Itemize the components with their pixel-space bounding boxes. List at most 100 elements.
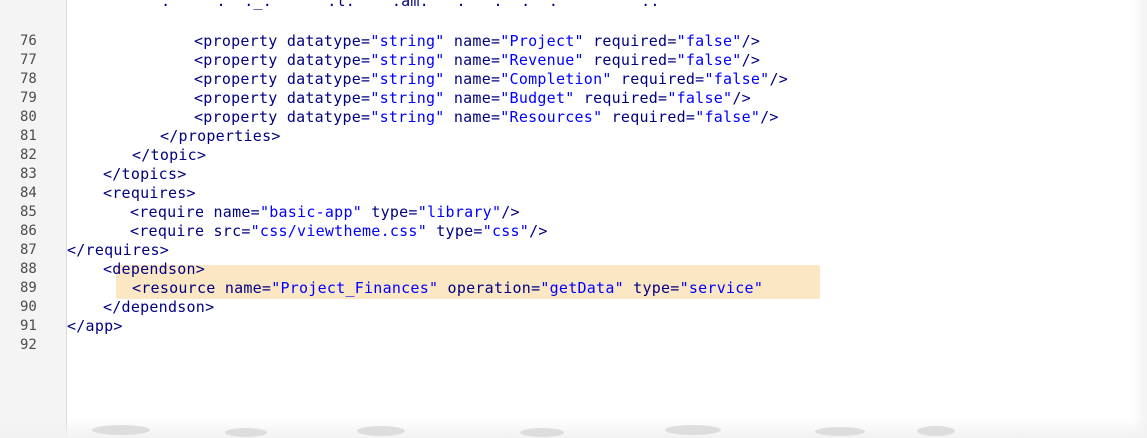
code-line[interactable]: 83 </topics> xyxy=(0,164,1147,184)
code-text: <property datatype="string" name="Revenu… xyxy=(194,50,760,70)
code-token: name= xyxy=(444,51,501,69)
code-token: name= xyxy=(224,279,272,297)
code-line[interactable]: 81 </properties> xyxy=(0,126,1147,146)
clipped-code-line: . . ._. .l. .am. . . . . .. xyxy=(115,0,660,10)
decorative-smudge xyxy=(357,426,405,436)
line-number: 91 xyxy=(20,318,37,334)
code-line[interactable]: 92 xyxy=(0,335,1147,355)
line-number: 82 xyxy=(20,147,37,163)
code-token: operation= xyxy=(438,279,541,297)
code-token: </properties> xyxy=(160,127,281,145)
code-line[interactable]: 77 <property datatype="string" name="Reve… xyxy=(0,50,1147,70)
code-token: "Revenue" xyxy=(500,51,584,69)
code-token: name= xyxy=(444,89,501,107)
code-token: /> xyxy=(501,203,520,221)
decorative-smudge xyxy=(815,427,865,436)
code-token: type= xyxy=(427,222,483,240)
code-token: <property xyxy=(194,32,287,50)
code-text: </app> xyxy=(67,316,123,336)
line-number: 76 xyxy=(20,33,37,49)
code-token: <property xyxy=(194,108,287,126)
code-token: /> xyxy=(741,51,761,69)
code-token: "getData" xyxy=(540,279,624,297)
code-token: <require xyxy=(130,222,214,240)
code-token: <requires> xyxy=(103,184,196,202)
code-line[interactable]: 78 <property datatype="string" name="Comp… xyxy=(0,69,1147,89)
code-text: <require src="css/viewtheme.css" type="c… xyxy=(130,221,548,241)
code-text: </dependson> xyxy=(103,297,214,317)
line-number: 84 xyxy=(20,185,37,201)
line-number: 79 xyxy=(20,90,37,106)
code-token: "service" xyxy=(679,279,764,297)
code-text: <property datatype="string" name="Resour… xyxy=(194,107,779,127)
code-token: </app> xyxy=(67,317,123,335)
decorative-smudge xyxy=(520,428,564,437)
code-line[interactable]: 84 <requires> xyxy=(0,183,1147,203)
code-token: name= xyxy=(444,108,501,126)
line-number: 88 xyxy=(20,261,37,277)
code-line[interactable]: 91 </app> xyxy=(0,316,1147,336)
line-number: 77 xyxy=(20,52,37,68)
code-token: /> xyxy=(769,70,788,88)
code-token: "Resources" xyxy=(500,108,603,126)
code-token: name= xyxy=(444,70,501,88)
line-number: 83 xyxy=(20,166,37,182)
code-token: "string" xyxy=(370,51,445,69)
code-text: </properties> xyxy=(160,126,281,146)
code-editor[interactable]: . . ._. .l. .am. . . . . .. 76 <property … xyxy=(0,0,1147,438)
code-text: <require name="basic-app" type="library"… xyxy=(130,202,520,222)
code-token: </dependson> xyxy=(103,298,215,316)
code-token: "false" xyxy=(667,89,733,107)
code-text: <requires> xyxy=(103,183,196,203)
code-token: required= xyxy=(611,70,705,88)
code-line[interactable]: 80 <property datatype="string" name="Reso… xyxy=(0,107,1147,127)
code-token: /> xyxy=(741,32,761,50)
code-token: "css" xyxy=(482,222,530,240)
line-number: 81 xyxy=(20,128,37,144)
code-token: "false" xyxy=(676,32,742,50)
code-token: "library" xyxy=(417,203,502,221)
code-token: <resource xyxy=(132,279,225,297)
code-token: "Project_Finances" xyxy=(271,279,439,297)
decorative-smudge xyxy=(92,425,150,435)
code-token: "false" xyxy=(695,108,761,126)
line-number: 86 xyxy=(20,223,37,239)
code-line[interactable]: 85 <require name="basic-app" type="librar… xyxy=(0,202,1147,222)
code-token: required= xyxy=(583,51,677,69)
code-line[interactable]: 82 </topic> xyxy=(0,145,1147,165)
code-line[interactable]: 89 <resource name="Project_Finances" oper… xyxy=(0,278,1147,298)
code-line[interactable]: 76 <property datatype="string" name="Proj… xyxy=(0,31,1147,51)
code-token: <property xyxy=(194,89,287,107)
right-edge-fade xyxy=(1133,0,1147,438)
code-line[interactable]: 90 </dependson> xyxy=(0,297,1147,317)
line-number: 80 xyxy=(20,109,37,125)
code-token: <property xyxy=(194,70,287,88)
decorative-smudge xyxy=(665,425,721,435)
code-token: /> xyxy=(529,222,548,240)
code-line[interactable]: 88 <dependson> xyxy=(0,259,1147,279)
code-token: name= xyxy=(213,203,260,221)
line-number: 78 xyxy=(20,71,37,87)
code-token: "basic-app" xyxy=(259,203,363,221)
code-token: "string" xyxy=(370,89,445,107)
code-token: datatype= xyxy=(286,51,371,69)
code-line[interactable]: 86 <require src="css/viewtheme.css" type=… xyxy=(0,221,1147,241)
code-text: <property datatype="string" name="Projec… xyxy=(194,31,760,51)
code-line[interactable]: 79 <property datatype="string" name="Budg… xyxy=(0,88,1147,108)
code-line[interactable]: 87 </requires> xyxy=(0,240,1147,260)
code-token: name= xyxy=(444,32,501,50)
code-token: "string" xyxy=(370,70,445,88)
code-text: </requires> xyxy=(67,240,169,260)
code-token: "string" xyxy=(370,108,445,126)
code-token: "Budget" xyxy=(500,89,575,107)
line-number: 89 xyxy=(20,280,37,296)
code-token: /> xyxy=(760,108,779,126)
bottom-edge-fade xyxy=(0,418,1147,438)
code-token: datatype= xyxy=(286,108,371,126)
code-token: "string" xyxy=(370,32,445,50)
code-token: "false" xyxy=(704,70,770,88)
code-token: type= xyxy=(362,203,418,221)
code-token: <property xyxy=(194,51,287,69)
code-token: datatype= xyxy=(286,70,371,88)
code-token: datatype= xyxy=(286,89,371,107)
